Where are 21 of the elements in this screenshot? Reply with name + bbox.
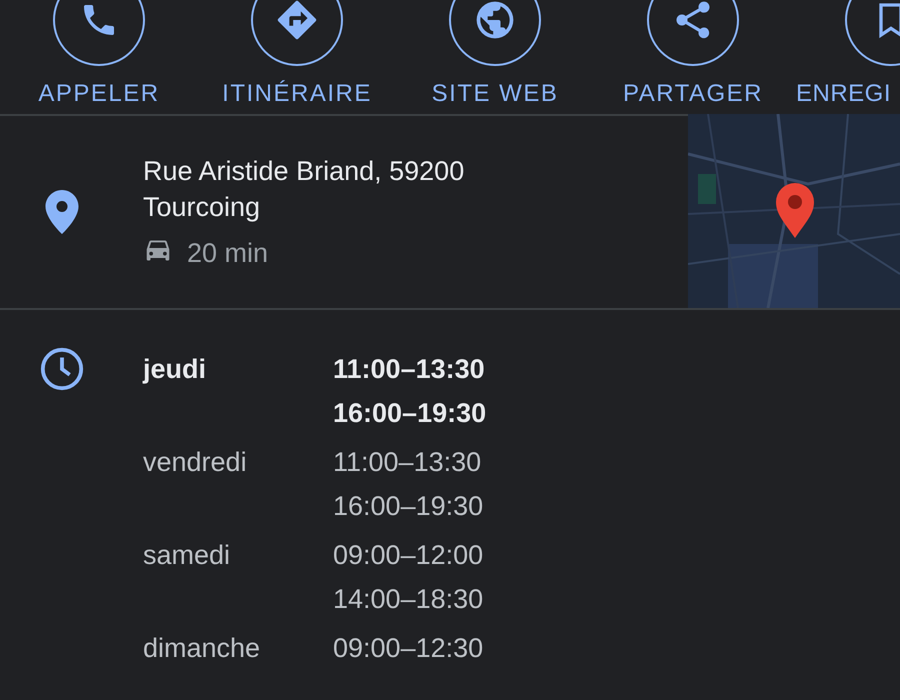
travel-time: 20 min xyxy=(187,237,268,270)
opening-hours: 16:00–19:30 xyxy=(333,397,488,430)
day-name: vendredi xyxy=(143,446,248,479)
action-button[interactable]: SITE WEB xyxy=(396,0,594,114)
opening-hours: 09:00–12:00 xyxy=(333,539,484,572)
day-name: jeudi xyxy=(143,353,208,386)
address-text: Rue Aristide Briand, 59200 xyxy=(143,155,466,188)
day-name: dimanche xyxy=(143,632,262,665)
action-button[interactable]: ITINÉRAIRE xyxy=(198,0,396,114)
location-pin-icon xyxy=(44,190,78,234)
opening-hours: 16:00–19:30 xyxy=(333,490,484,523)
opening-hours: 11:00–13:30 xyxy=(333,446,482,479)
action-button[interactable]: ENREGI xyxy=(792,0,900,114)
day-name: samedi xyxy=(143,539,232,572)
action-button[interactable]: PARTAGER xyxy=(594,0,792,114)
opening-hours: 11:00–13:30 xyxy=(333,353,486,386)
address-text: Tourcoing xyxy=(143,191,262,224)
opening-hours: 09:00–12:30 xyxy=(333,632,484,665)
clock-icon xyxy=(38,346,84,392)
opening-hours: 14:00–18:30 xyxy=(333,583,484,616)
action-button[interactable]: APPELER xyxy=(0,0,198,114)
